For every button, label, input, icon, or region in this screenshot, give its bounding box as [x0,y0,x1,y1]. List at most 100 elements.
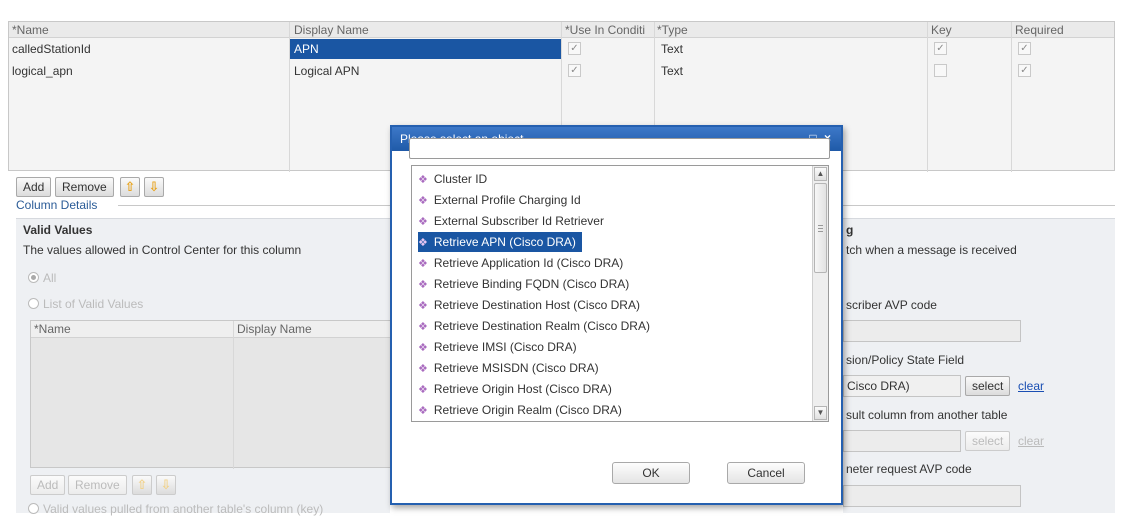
list-item[interactable]: ❖ Cluster ID [418,169,491,189]
result-column-label: sult column from another table [846,408,1008,422]
option-list-label: List of Valid Values [43,297,144,311]
purple-diamond-icon: ❖ [418,258,428,270]
list-item[interactable]: ❖ External Subscriber Id Retriever [418,211,608,231]
scroll-down-button[interactable]: ▼ [814,406,827,420]
result-column-input[interactable] [843,430,961,452]
arrow-up-icon: ⇧ [124,179,136,194]
purple-diamond-icon: ❖ [418,405,428,417]
list-item[interactable]: ❖ Retrieve Binding FQDN (Cisco DRA) [418,274,633,294]
use-in-conditions-checkbox[interactable]: ✓ [568,64,581,77]
subscriber-avp-input[interactable] [843,320,1021,342]
list-scrollbar[interactable]: ▲ ▼ [812,166,828,421]
list-item-label: Retrieve Destination Realm (Cisco DRA) [433,319,650,333]
remove-button[interactable]: Remove [55,177,114,197]
move-value-down-button[interactable]: ⇩ [156,475,176,495]
diameter-avp-label: neter request AVP code [846,462,972,476]
ok-button[interactable]: OK [612,462,690,484]
arrow-down-icon: ⇩ [160,477,172,492]
radio-icon [28,272,39,283]
list-item-label: Retrieve Binding FQDN (Cisco DRA) [433,277,630,291]
object-search-input[interactable] [409,138,830,159]
valid-values-grid-header: *Name Display Name [31,321,409,338]
list-item[interactable]: ❖ External Profile Charging Id [418,190,585,210]
valid-values-title: Valid Values [23,223,93,237]
column-details-label: Column Details [16,198,98,212]
clear-link[interactable]: clear [1018,379,1044,393]
list-item[interactable]: ❖ Retrieve Origin Host (Cisco DRA) [418,379,616,399]
list-item-label: Retrieve Application Id (Cisco DRA) [433,256,624,270]
radio-icon [28,298,39,309]
list-item[interactable]: ❖ Retrieve Origin Realm (Cisco DRA) [418,400,626,420]
list-item[interactable]: ❖ Retrieve MSISDN (Cisco DRA) [418,358,603,378]
clear-result-link[interactable]: clear [1018,434,1044,448]
scroll-thumb[interactable] [814,183,827,273]
option-pulled-label: Valid values pulled from another table's… [43,502,324,516]
list-item-label: Retrieve Destination Host (Cisco DRA) [433,298,640,312]
list-item-label: Retrieve IMSI (Cisco DRA) [433,340,577,354]
remove-value-button[interactable]: Remove [68,475,127,495]
object-list[interactable]: ❖ Cluster ID ❖ External Profile Charging Id… [411,165,829,422]
move-down-button[interactable]: ⇩ [144,177,164,197]
radio-icon [28,503,39,514]
row-type[interactable]: Text [661,42,683,56]
list-item-label: Retrieve APN (Cisco DRA) [433,235,576,249]
option-list-of-valid-values[interactable]: List of Valid Values [28,297,143,311]
list-item[interactable]: ❖ Retrieve Destination Host (Cisco DRA) [418,295,644,315]
purple-diamond-icon: ❖ [418,321,428,333]
purple-diamond-icon: ❖ [418,216,428,228]
row-name[interactable]: logical_apn [12,64,73,78]
required-checkbox[interactable]: ✓ [1018,64,1031,77]
select-result-button[interactable]: select [965,431,1011,451]
list-item-label: External Subscriber Id Retriever [433,214,604,228]
col-header-name: *Name [34,322,71,336]
required-checkbox[interactable]: ✓ [1018,42,1031,55]
select-object-dialog: Please select an object... □ × ❖Cluster … [390,125,843,505]
key-checkbox[interactable]: ✓ [934,42,947,55]
binding-title: g [846,223,854,237]
use-in-conditions-checkbox[interactable]: ✓ [568,42,581,55]
row-display-name[interactable]: APN [290,39,561,59]
option-all[interactable]: All [28,271,56,285]
list-item[interactable]: ❖ Retrieve Destination Realm (Cisco DRA) [418,316,654,336]
scroll-up-button[interactable]: ▲ [814,167,827,181]
table-row[interactable]: calledStationId APN ✓ Text ✓ ✓ [9,39,1114,59]
purple-diamond-icon: ❖ [418,279,428,291]
add-button[interactable]: Add [16,177,52,197]
purple-diamond-icon: ❖ [418,195,428,207]
col-header-type[interactable]: *Type [657,23,807,37]
move-up-button[interactable]: ⇧ [120,177,140,197]
valid-values-desc: The values allowed in Control Center for… [23,243,302,257]
option-pulled-values[interactable]: Valid values pulled from another table's… [28,502,323,516]
col-header-required[interactable]: Required [1015,23,1105,37]
col-header-display-name: Display Name [237,322,312,336]
subscriber-avp-label: scriber AVP code [846,298,937,312]
list-item-label: Cluster ID [433,172,488,186]
select-button[interactable]: select [965,376,1011,396]
row-name[interactable]: calledStationId [12,42,91,56]
col-header-key[interactable]: Key [931,23,1011,37]
purple-diamond-icon: ❖ [418,237,428,249]
cancel-button[interactable]: Cancel [727,462,805,484]
purple-diamond-icon: ❖ [418,384,428,396]
col-header-use-in-conditions[interactable]: *Use In Conditi [565,23,657,37]
session-state-value[interactable]: Cisco DRA) [843,375,961,397]
purple-diamond-icon: ❖ [418,363,428,375]
list-item[interactable]: ❖ Retrieve IMSI (Cisco DRA) [418,337,581,357]
diameter-avp-input[interactable] [843,485,1021,507]
purple-diamond-icon: ❖ [418,342,428,354]
valid-values-grid: *Name Display Name [30,320,410,469]
key-checkbox[interactable]: ✓ [934,64,947,77]
list-item[interactable]: ❖ Retrieve APN (Cisco DRA) [418,232,582,252]
purple-diamond-icon: ❖ [418,300,428,312]
row-display-name[interactable]: Logical APN [294,64,359,78]
list-item[interactable]: ❖ Retrieve Application Id (Cisco DRA) [418,253,627,273]
arrow-up-icon: ⇧ [136,477,148,492]
col-header-display-name[interactable]: Display Name [294,23,544,37]
row-type[interactable]: Text [661,64,683,78]
list-item-label: Retrieve Origin Realm (Cisco DRA) [433,403,622,417]
list-item-label: Retrieve Origin Host (Cisco DRA) [433,382,612,396]
table-row[interactable]: logical_apn Logical APN ✓ Text ✓ ✓ [9,61,1114,81]
add-value-button[interactable]: Add [30,475,66,495]
col-header-name[interactable]: *Name [12,23,282,37]
move-value-up-button[interactable]: ⇧ [132,475,152,495]
